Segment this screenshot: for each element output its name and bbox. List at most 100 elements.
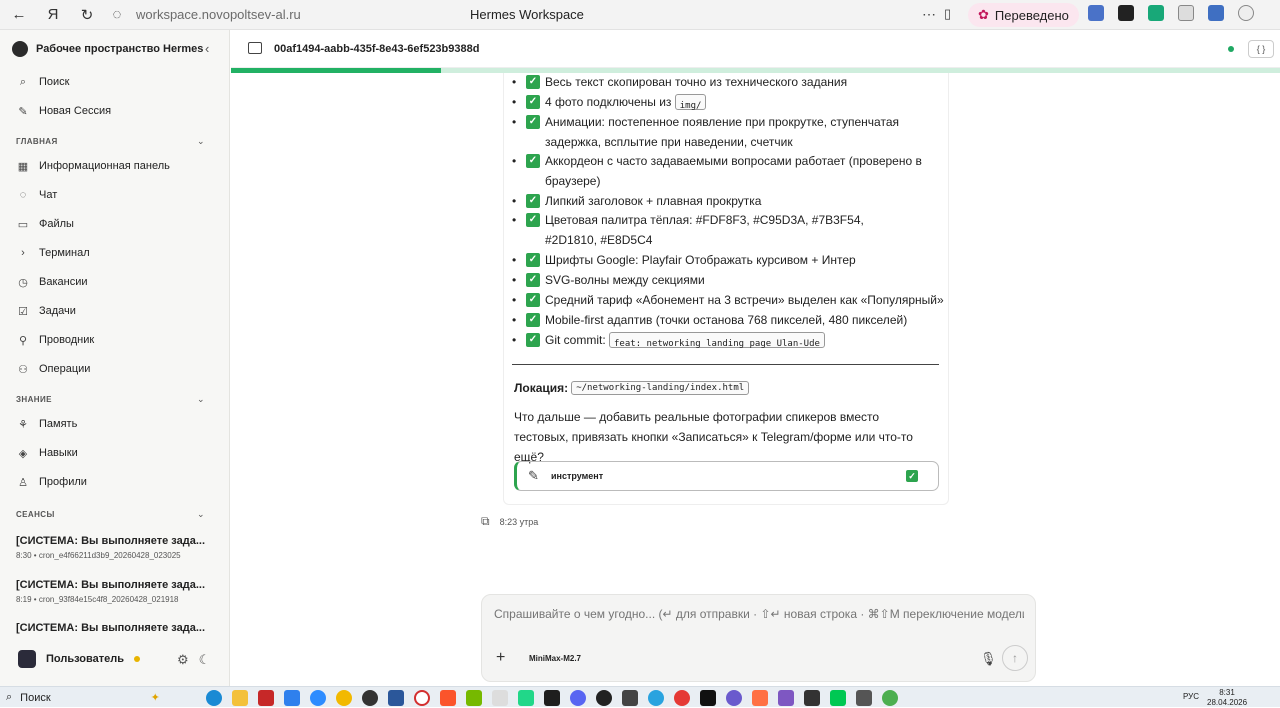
app-icon[interactable]: [804, 690, 820, 706]
section-sessions: СЕАНСЫ: [16, 510, 55, 519]
discord-icon[interactable]: [570, 690, 586, 706]
checklist-text: Git commit:: [545, 333, 606, 347]
copy-icon[interactable]: ⧉: [481, 514, 490, 529]
mic-icon[interactable]: 🎙: [980, 651, 997, 667]
nav-terminal[interactable]: › Терминал: [16, 246, 90, 260]
theme-toggle-icon[interactable]: ☾: [199, 652, 211, 668]
chevron-down-icon[interactable]: ⌄: [197, 136, 205, 147]
brave-icon[interactable]: [440, 690, 456, 706]
checklist-item: • ✓ Анимации: постепенное появление при п…: [512, 112, 942, 152]
translate-badge[interactable]: ✿ Переведено: [968, 3, 1079, 27]
workspace-header[interactable]: Рабочее пространство Hermes: [12, 41, 203, 57]
more-icon[interactable]: ⋯: [922, 6, 936, 23]
session-item[interactable]: [СИСТЕМА: Вы выполняете зада... 8:19 • c…: [16, 579, 221, 604]
tool-icon: ✎: [528, 468, 539, 483]
app-icon[interactable]: [596, 690, 612, 706]
inline-code: feat: networking landing page Ulan-Ude: [609, 332, 825, 349]
folder-icon[interactable]: [248, 42, 262, 54]
bullet: •: [512, 273, 517, 287]
model-selector[interactable]: MiniMax-M2.7: [529, 654, 581, 663]
app-icon[interactable]: [830, 690, 846, 706]
chevron-down-icon[interactable]: ⌄: [197, 394, 205, 405]
back-icon[interactable]: ←: [6, 2, 32, 28]
word-icon[interactable]: [388, 690, 404, 706]
nav-tasks[interactable]: ☑ Задачи: [16, 304, 76, 318]
app-icon[interactable]: [492, 690, 508, 706]
pycharm-icon[interactable]: [518, 690, 534, 706]
nvidia-icon[interactable]: [466, 690, 482, 706]
shield-icon[interactable]: ◌: [104, 2, 130, 28]
session-item[interactable]: [СИСТЕМА: Вы выполняете зада... 8:30 • c…: [16, 535, 221, 560]
app-icon[interactable]: [726, 690, 742, 706]
clock[interactable]: 8:31 28.04.2026: [1207, 688, 1247, 708]
nav-profiles[interactable]: ♙ Профили: [16, 475, 87, 489]
taskbar-search[interactable]: ⌕ Поиск ✦: [6, 691, 160, 704]
yandex-browser-icon[interactable]: [414, 690, 430, 706]
yandex-icon[interactable]: Я: [40, 2, 66, 28]
nav-dashboard[interactable]: ▦ Информационная панель: [16, 159, 170, 173]
nav-files[interactable]: ▭ Файлы: [16, 217, 74, 231]
nav-new-session[interactable]: ✎ Новая Сессия: [16, 104, 111, 118]
edge-icon[interactable]: [206, 690, 222, 706]
nav-label: Информационная панель: [39, 160, 170, 172]
settings-icon[interactable]: ⚙: [177, 652, 189, 668]
session-title: [СИСТЕМА: Вы выполняете зада...: [16, 535, 205, 547]
code-view-button[interactable]: { }: [1248, 40, 1274, 58]
telegram-icon[interactable]: [648, 690, 664, 706]
send-button[interactable]: ↑: [1002, 645, 1028, 671]
app-icon[interactable]: [856, 690, 872, 706]
explorer-icon[interactable]: [232, 690, 248, 706]
main-panel: 00af1494-aabb-435f-8e43-6ef523b9388d { }…: [231, 30, 1280, 686]
bullet: •: [512, 154, 517, 168]
checklist-item: • ✓ Цветовая палитра тёплая: #FDF8F3, #C9…: [512, 210, 942, 250]
app-icon[interactable]: [258, 690, 274, 706]
extension-icon[interactable]: [1118, 5, 1134, 21]
bookmark-icon[interactable]: ▯: [944, 6, 951, 22]
app-icon[interactable]: [674, 690, 690, 706]
extension-icon[interactable]: [1178, 5, 1194, 21]
sparkle-icon: ✦: [150, 692, 160, 704]
nav-explorer[interactable]: ⚲ Проводник: [16, 333, 94, 347]
nav-jobs[interactable]: ◷ Вакансии: [16, 275, 87, 289]
extension-icon[interactable]: [1148, 5, 1164, 21]
nav-skills[interactable]: ◈ Навыки: [16, 446, 78, 460]
address-bar[interactable]: workspace.novopoltsev-al.ru: [136, 7, 301, 22]
nav-search[interactable]: ⌕ Поиск: [16, 75, 70, 89]
app-icon[interactable]: [778, 690, 794, 706]
language-indicator[interactable]: РУС: [1183, 692, 1199, 701]
nav-memory[interactable]: ⚘ Память: [16, 417, 77, 431]
taskbar-search-label: Поиск: [20, 691, 51, 704]
app-icon[interactable]: [752, 690, 768, 706]
attach-icon[interactable]: +: [496, 649, 505, 667]
user-menu[interactable]: Пользователь: [18, 650, 141, 668]
app-icon[interactable]: [362, 690, 378, 706]
profile-icon[interactable]: [1238, 5, 1254, 21]
nav-label: Терминал: [39, 247, 90, 259]
checklist-item: • ✓ Липкий заголовок + плавная прокрутка: [512, 191, 942, 211]
tool-call-row[interactable]: ✎ инструмент ✓: [514, 461, 939, 491]
app-icon[interactable]: [700, 690, 716, 706]
chat-input[interactable]: [494, 607, 1024, 621]
zoom-icon[interactable]: [310, 690, 326, 706]
extension-icon[interactable]: [1088, 5, 1104, 21]
extension-icon[interactable]: [1208, 5, 1224, 21]
check-icon: ✓: [526, 253, 540, 267]
calendar-icon[interactable]: [284, 690, 300, 706]
checklist-text: Липкий заголовок + плавная прокрутка: [545, 194, 762, 208]
app-icon[interactable]: [622, 690, 638, 706]
bullet: •: [512, 313, 517, 327]
chevron-down-icon[interactable]: ⌄: [197, 509, 205, 520]
check-icon: ✓: [526, 213, 540, 227]
nav-operations[interactable]: ⚇ Операции: [16, 362, 90, 376]
nav-chat[interactable]: ◌ Чат: [16, 188, 58, 202]
translate-label: Переведено: [994, 7, 1069, 23]
nav-label: Операции: [39, 363, 91, 375]
chrome-icon[interactable]: [336, 690, 352, 706]
check-icon: ✓: [526, 333, 540, 347]
chrome-icon[interactable]: [882, 690, 898, 706]
reload-icon[interactable]: ↻: [74, 2, 100, 28]
collapse-sidebar-icon[interactable]: ‹: [205, 41, 209, 56]
app-icon[interactable]: [544, 690, 560, 706]
nav-label: Новая Сессия: [39, 105, 112, 117]
session-item[interactable]: [СИСТЕМА: Вы выполняете зада...: [16, 622, 221, 634]
